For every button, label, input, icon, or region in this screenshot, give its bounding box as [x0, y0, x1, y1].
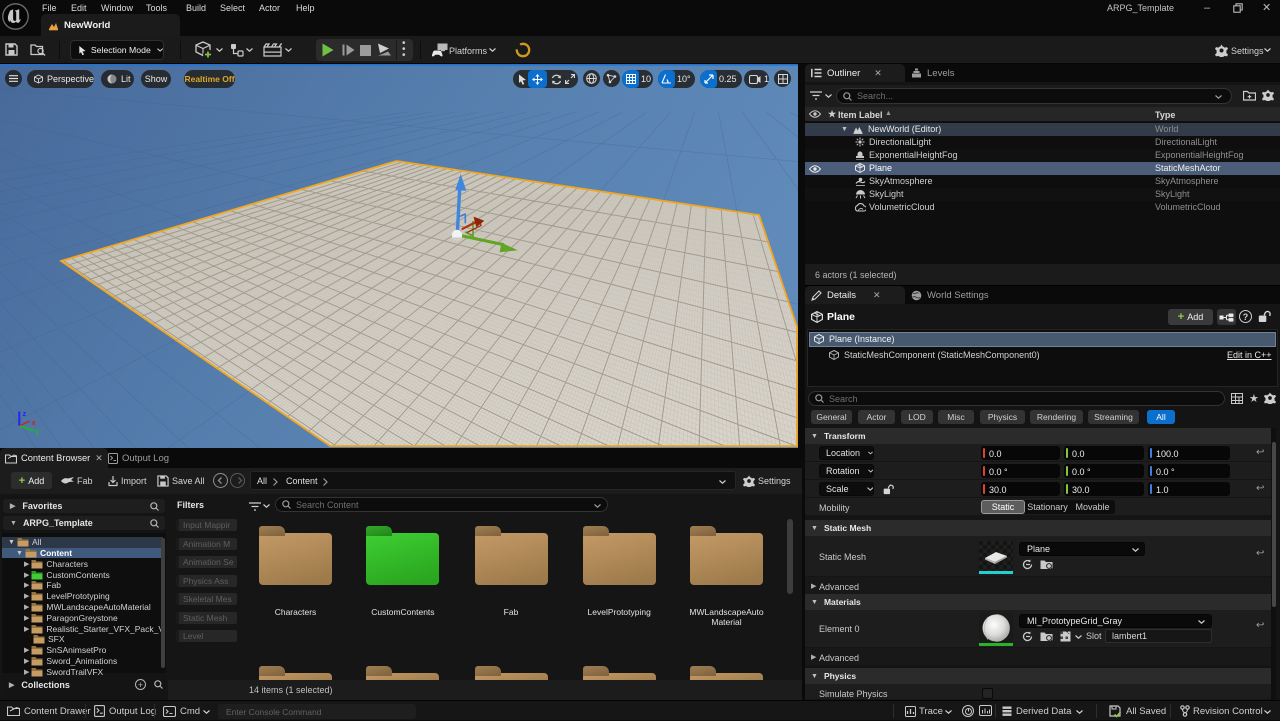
svg-text:z: z — [23, 409, 27, 418]
